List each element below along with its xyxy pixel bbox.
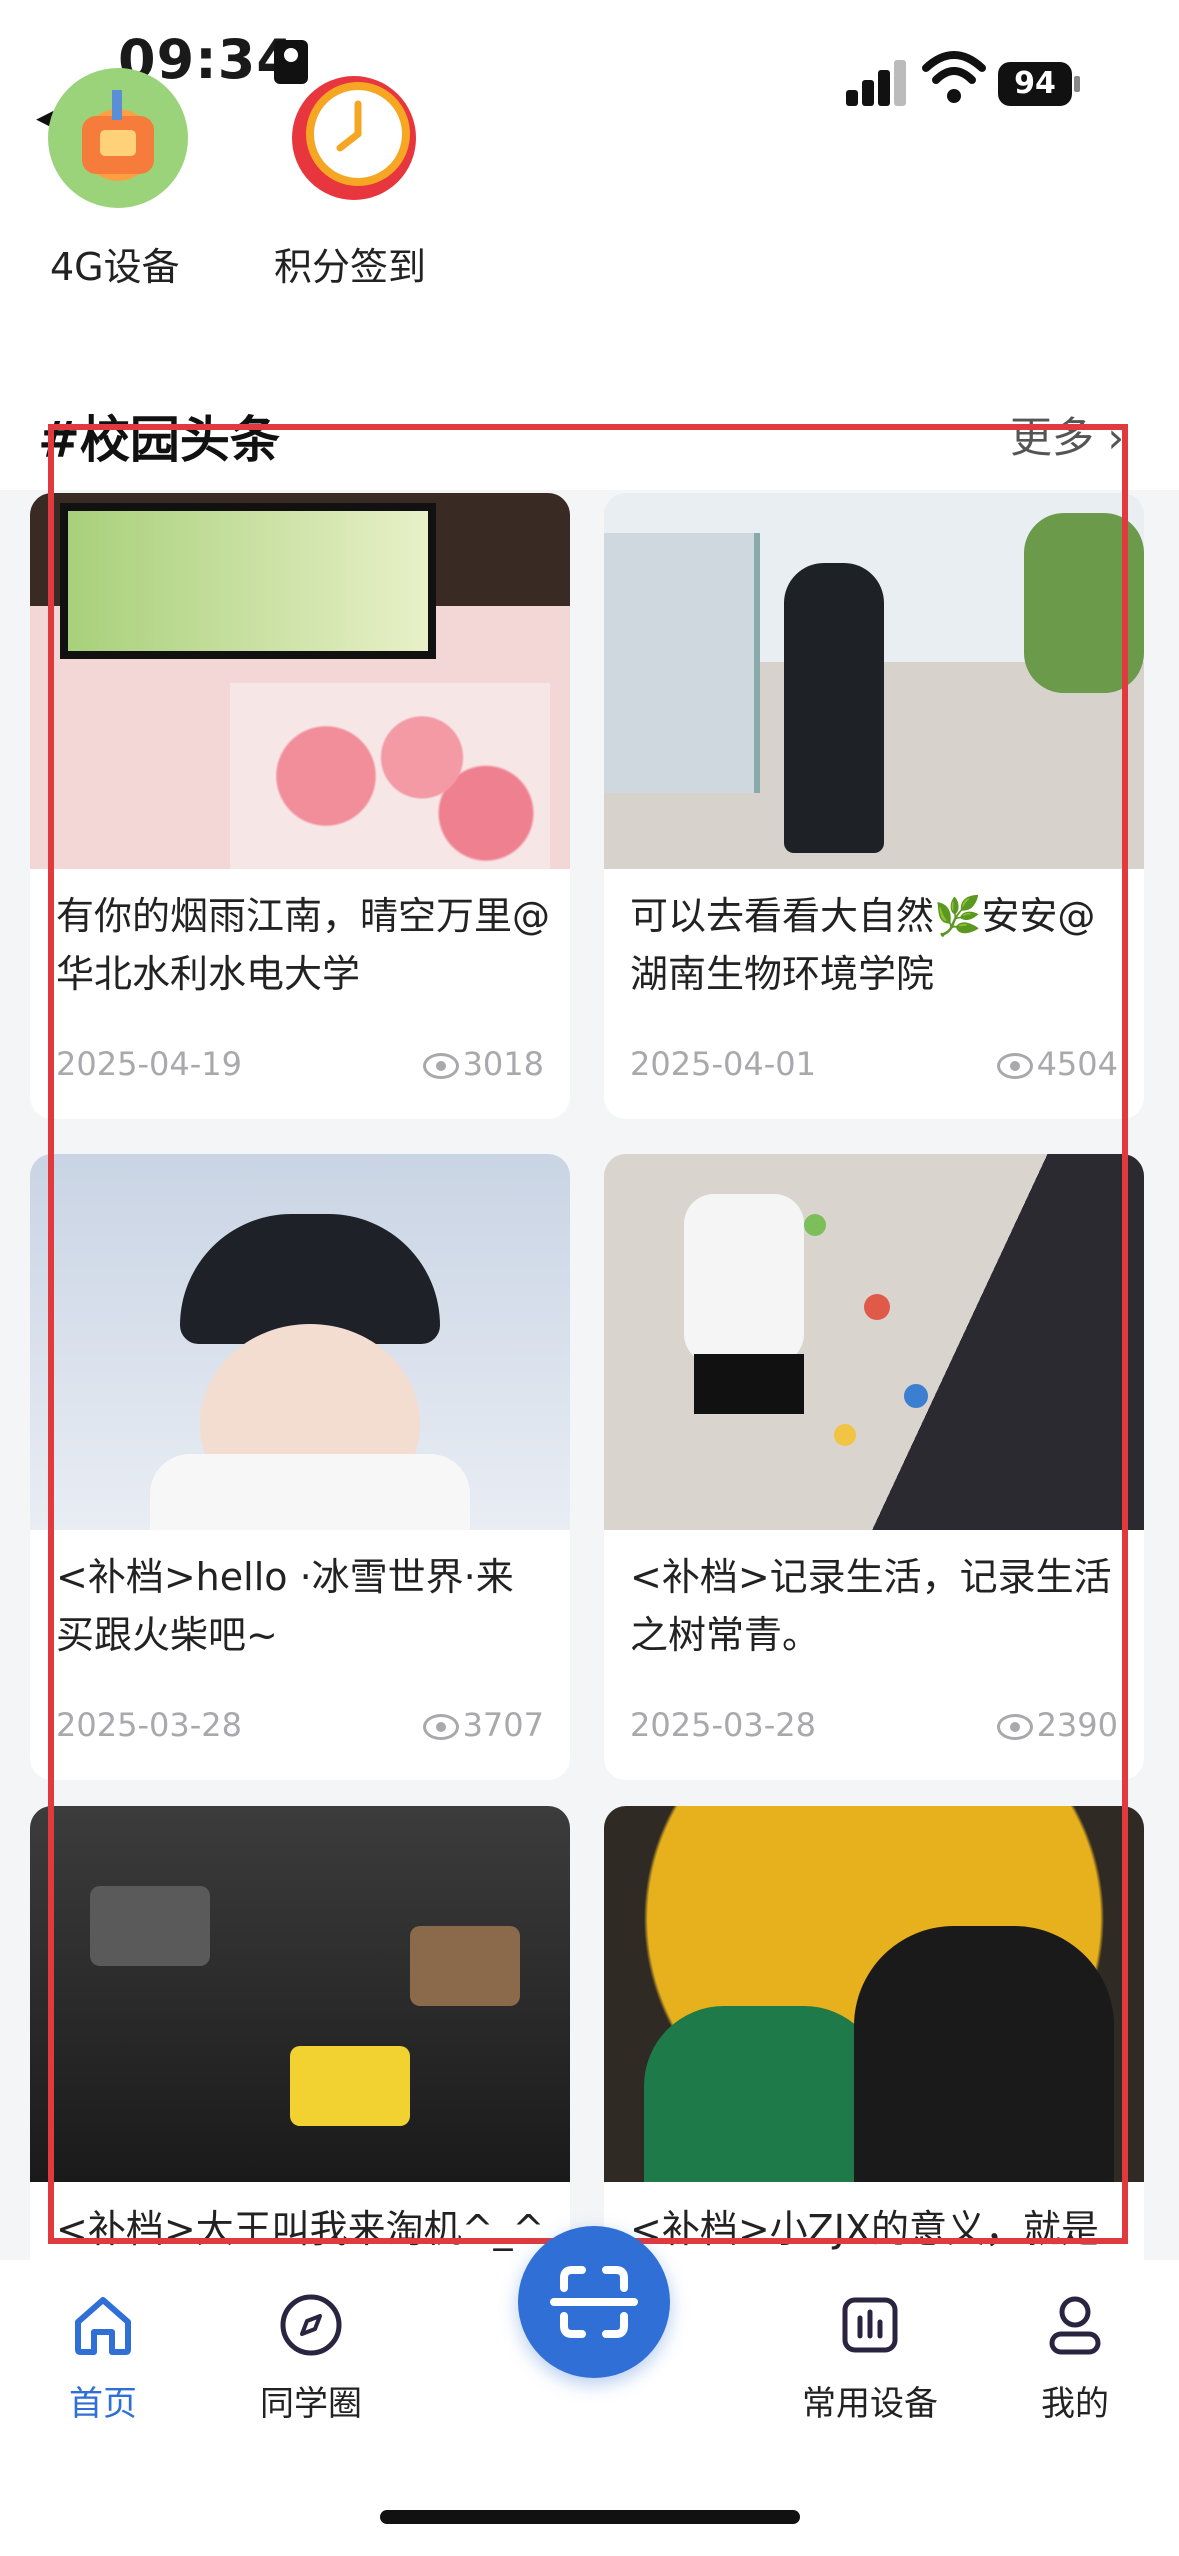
headline-card[interactable]: 可以去看看大自然🌿安安@湖南生物环境学院 2025-04-01 4504 (604, 493, 1144, 1119)
profile-icon (1049, 2296, 1101, 2355)
tab-classmates[interactable]: 同学圈 (226, 2290, 396, 2425)
more-link[interactable]: 更多 › (1010, 404, 1124, 465)
eye-icon (422, 1714, 459, 1740)
card-image (604, 493, 1144, 869)
tab-common-devices[interactable]: 常用设备 (780, 2290, 960, 2425)
quick-entry-label: 4G设备 (50, 245, 180, 289)
card-image (604, 1806, 1144, 2182)
card-date: 2025-03-28 (630, 1706, 816, 1744)
tab-label: 我的 (1041, 2384, 1109, 2424)
headline-card[interactable]: <补档>大王叫我来淘机^_^ (30, 1806, 570, 2260)
quick-entry-label: 积分签到 (274, 245, 427, 289)
card-views: 3707 (422, 1706, 544, 1744)
eye-icon (422, 1053, 459, 1079)
battery-indicator: 94 (998, 62, 1072, 106)
card-title: <补档>hello ·冰雪世界·来买跟火柴吧~ (56, 1555, 514, 1657)
quick-entry-4g-device[interactable] (48, 68, 188, 208)
tab-label: 常用设备 (802, 2384, 938, 2424)
card-views: 3018 (422, 1045, 544, 1083)
section-title: #校园头条 (38, 411, 280, 469)
scan-button[interactable] (518, 2226, 670, 2378)
battery-cap-icon (1074, 76, 1080, 92)
card-image (30, 493, 570, 869)
quick-entry-checkin[interactable] (284, 68, 424, 208)
device-4g-icon (82, 90, 154, 174)
card-title: 可以去看看大自然🌿安安@湖南生物环境学院 (630, 894, 1096, 996)
clock-checkin-icon (292, 76, 416, 200)
id-badge-icon (274, 40, 308, 84)
card-date: 2025-04-01 (630, 1045, 816, 1083)
campus-headlines-feed[interactable]: 有你的烟雨江南，晴空万里@华北水利水电大学 2025-04-19 3018 可以… (0, 490, 1179, 2260)
home-icon (75, 2297, 131, 2355)
card-views: 2390 (996, 1706, 1118, 1744)
headline-card[interactable]: <补档>小ZJX的意义，就是 (604, 1806, 1144, 2260)
tab-label: 同学圈 (260, 2384, 362, 2424)
headline-card[interactable]: 有你的烟雨江南，晴空万里@华北水利水电大学 2025-04-19 3018 (30, 493, 570, 1119)
tab-mine[interactable]: 我的 (990, 2290, 1160, 2425)
card-image (30, 1806, 570, 2182)
chart-device-icon (842, 2297, 898, 2353)
card-views: 4504 (996, 1045, 1118, 1083)
card-title: <补档>记录生活，记录生活之树常青。 (630, 1555, 1112, 1657)
eye-icon (996, 1714, 1033, 1740)
card-title: 有你的烟雨江南，晴空万里@华北水利水电大学 (56, 894, 550, 996)
card-date: 2025-03-28 (56, 1706, 242, 1744)
headline-card[interactable]: <补档>记录生活，记录生活之树常青。 2025-03-28 2390 (604, 1154, 1144, 1780)
scan-icon (550, 2266, 638, 2338)
wifi-icon (922, 51, 986, 103)
card-title: <补档>小ZJX的意义，就是 (630, 2207, 1099, 2251)
card-image (604, 1154, 1144, 1530)
home-indicator (380, 2510, 800, 2524)
compass-icon (280, 2294, 342, 2356)
eye-icon (996, 1053, 1033, 1079)
tab-label: 首页 (69, 2384, 137, 2424)
card-date: 2025-04-19 (56, 1045, 242, 1083)
tab-home[interactable]: 首页 (18, 2290, 188, 2425)
signal-icon (846, 56, 906, 106)
card-image (30, 1154, 570, 1530)
card-title: <补档>大王叫我来淘机^_^ (56, 2207, 545, 2251)
headline-card[interactable]: <补档>hello ·冰雪世界·来买跟火柴吧~ 2025-03-28 3707 (30, 1154, 570, 1780)
